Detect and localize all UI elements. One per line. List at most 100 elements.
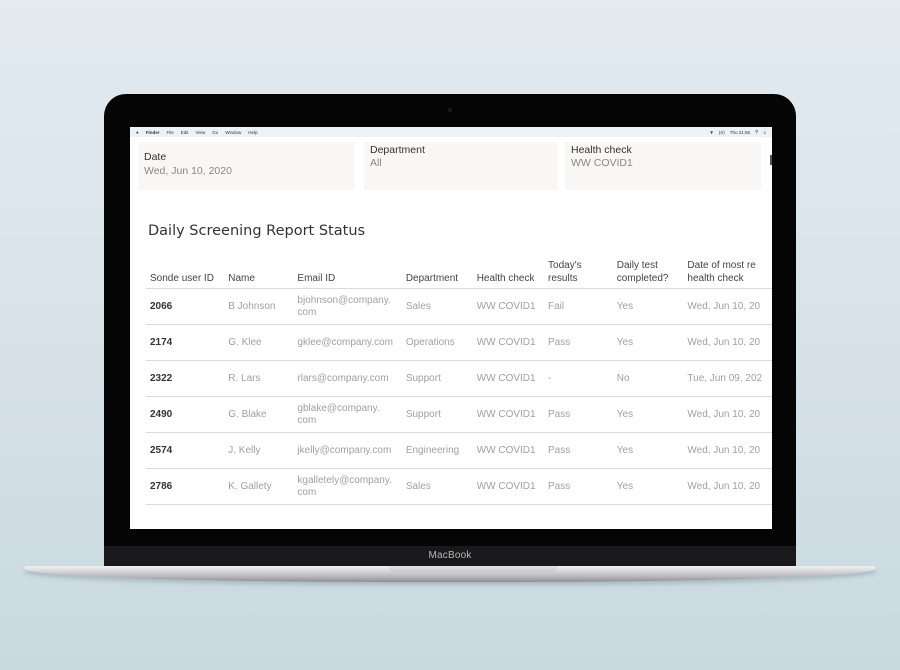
- date-cell: Wed, Jun 10, 20: [683, 324, 772, 361]
- table-body: 2066 B Johnson bjohnson@company. com Sales WW…: [146, 288, 772, 505]
- menu-view[interactable]: View: [196, 130, 206, 135]
- list-icon[interactable]: ≡: [763, 130, 766, 135]
- email-text: com: [297, 414, 317, 426]
- table-row[interactable]: 2322 R. Lars rlars@company.com Support WW CO…: [146, 360, 772, 397]
- camera-icon: [448, 108, 452, 112]
- result-cell: Fail: [544, 288, 613, 325]
- column-header-label: Today's: [548, 260, 582, 271]
- health-check-cell: WW COVID1: [472, 288, 545, 325]
- completed-cell: Yes: [612, 468, 684, 505]
- menu-help[interactable]: Help: [248, 130, 257, 135]
- menu-window[interactable]: Window: [225, 130, 241, 135]
- completed-cell: No: [612, 360, 684, 397]
- column-header[interactable]: Name: [224, 257, 294, 289]
- email-text: jkelly@company.com: [297, 444, 392, 456]
- date-cell: Wed, Jun 10, 20: [683, 396, 772, 433]
- table-row[interactable]: 2174 G. Klee gklee@company.com Operations WW…: [146, 324, 772, 361]
- name-cell: G. Blake: [224, 396, 294, 433]
- completed-cell: Yes: [612, 396, 684, 433]
- email-cell: gblake@company. com: [293, 396, 402, 433]
- clock[interactable]: Thu 21:56: [730, 130, 750, 135]
- brand-label: MacBook: [428, 550, 472, 561]
- menu-bar: ● Finder File Edit View Go Window Help ▼…: [130, 127, 772, 137]
- table-row[interactable]: 2786 K. Gallety kgalletely@company. com Sale…: [146, 468, 772, 505]
- column-header-label: Name: [228, 273, 255, 284]
- column-header-label: Department: [405, 273, 459, 284]
- menu-edit[interactable]: Edit: [181, 130, 189, 135]
- email-text: rlars@company.com: [297, 372, 389, 384]
- email-text: com: [297, 486, 317, 498]
- column-header[interactable]: Email ID: [293, 257, 402, 289]
- date-cell: Tue, Jun 09, 202: [683, 360, 772, 397]
- health-check-cell: WW COVID1: [472, 468, 545, 505]
- table-row[interactable]: 2574 J. Kelly jkelly@company.com Engineerin…: [146, 432, 772, 469]
- menu-file[interactable]: File: [166, 130, 173, 135]
- user-id-cell: 2174: [146, 324, 225, 361]
- result-cell: Pass: [544, 396, 613, 433]
- column-header[interactable]: Sonde user ID: [146, 257, 225, 289]
- laptop-chin: MacBook: [104, 546, 796, 568]
- health-check-cell: WW COVID1: [472, 396, 545, 433]
- department-cell: Engineering: [401, 432, 473, 469]
- table-row[interactable]: 2066 B Johnson bjohnson@company. com Sales WW…: [146, 288, 772, 325]
- filter-label: Health check: [571, 144, 632, 156]
- date-cell: Wed, Jun 10, 20: [683, 432, 772, 469]
- column-header[interactable]: Date of most re health check: [683, 257, 772, 289]
- column-header-label: results: [548, 273, 578, 284]
- apple-logo-icon[interactable]: ●: [136, 130, 139, 135]
- result-cell: Pass: [544, 468, 613, 505]
- name-cell: R. Lars: [224, 360, 294, 397]
- name-cell: K. Gallety: [224, 468, 294, 505]
- column-header-label: Sonde user ID: [150, 273, 214, 284]
- department-cell: Operations: [401, 324, 473, 361]
- filter-bar: Date Wed, Jun 10, 2020 Department All He…: [130, 137, 772, 207]
- column-header-label: Date of most re: [687, 260, 756, 271]
- search-icon[interactable]: ⚲: [755, 129, 758, 135]
- filter-value[interactable]: All: [370, 157, 382, 169]
- table-header-row: Sonde user ID Name Email ID Department Healt…: [146, 257, 772, 289]
- name-cell: G. Klee: [224, 324, 294, 361]
- filter-label: Department: [370, 144, 425, 156]
- battery-status[interactable]: (X): [719, 130, 725, 135]
- column-header-label: Email ID: [297, 273, 336, 284]
- user-id-cell: 2786: [146, 468, 225, 505]
- filter-label: Date: [144, 151, 167, 163]
- column-header-label: Daily test: [616, 260, 658, 271]
- date-cell: Wed, Jun 10, 20: [683, 288, 772, 325]
- user-id-cell: 2322: [146, 360, 225, 397]
- user-id-cell: 2574: [146, 432, 225, 469]
- filter-value[interactable]: Wed, Jun 10, 2020: [144, 165, 232, 177]
- name-cell: B Johnson: [224, 288, 294, 325]
- wifi-icon[interactable]: ▼: [709, 130, 713, 135]
- menu-go[interactable]: Go: [212, 130, 218, 135]
- filter-value[interactable]: WW COVID1: [571, 157, 633, 169]
- result-cell: Pass: [544, 432, 613, 469]
- table-row[interactable]: 2490 G. Blake gblake@company. com Support WW …: [146, 396, 772, 433]
- health-check-cell: WW COVID1: [472, 432, 545, 469]
- email-cell: kgalletely@company. com: [293, 468, 402, 505]
- filter-department[interactable]: Department All: [364, 142, 558, 190]
- email-cell: rlars@company.com: [293, 360, 402, 397]
- name-cell: J. Kelly: [224, 432, 294, 469]
- column-header[interactable]: Today's results: [544, 257, 613, 289]
- column-header[interactable]: Health check: [472, 257, 545, 289]
- column-header-label: completed?: [616, 273, 669, 284]
- email-text: kgalletely@company.: [297, 474, 392, 486]
- column-header[interactable]: Daily test completed?: [612, 257, 684, 289]
- date-cell: Wed, Jun 10, 20: [683, 468, 772, 505]
- filter-health-check[interactable]: Health check WW COVID1: [565, 142, 761, 190]
- menu-finder[interactable]: Finder: [146, 130, 160, 135]
- laptop-screen: ● Finder File Edit View Go Window Help ▼…: [130, 127, 772, 529]
- health-check-cell: WW COVID1: [472, 324, 545, 361]
- column-header-label: health check: [687, 273, 744, 284]
- result-cell: -: [544, 360, 613, 397]
- filter-date[interactable]: Date Wed, Jun 10, 2020: [138, 142, 354, 190]
- filter-overflow-edge: [770, 155, 772, 165]
- report-title: Daily Screening Report Status: [148, 223, 366, 239]
- email-cell: gklee@company.com: [293, 324, 402, 361]
- completed-cell: Yes: [612, 432, 684, 469]
- opening-notch: [388, 566, 558, 572]
- department-cell: Sales: [401, 468, 473, 505]
- column-header[interactable]: Department: [401, 257, 473, 289]
- email-text: com: [297, 306, 317, 318]
